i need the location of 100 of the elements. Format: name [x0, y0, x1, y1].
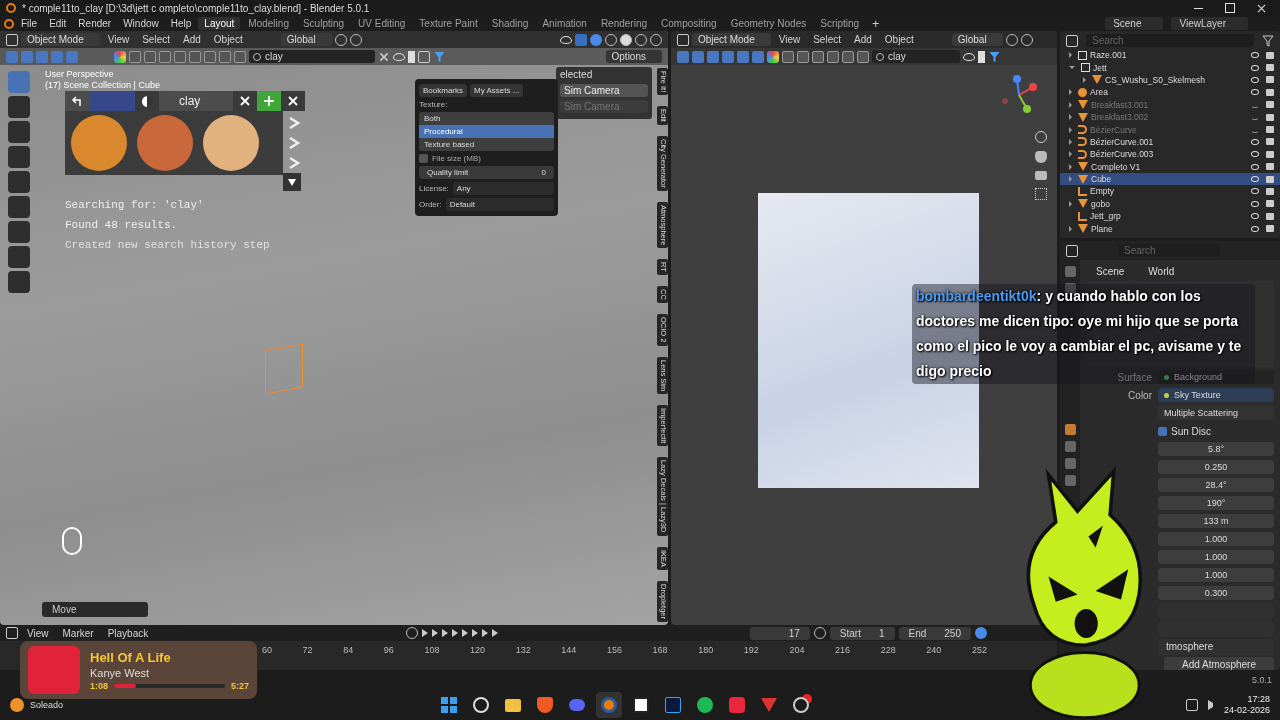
- number-field[interactable]: 190°: [1158, 496, 1274, 510]
- tool-button[interactable]: [8, 96, 30, 118]
- bookmark-icon[interactable]: [408, 50, 415, 63]
- surface-field[interactable]: Background: [1158, 370, 1274, 384]
- editor-type-icon[interactable]: [6, 627, 18, 639]
- selection-mode-icon[interactable]: [722, 50, 734, 63]
- shading-icon[interactable]: [620, 33, 632, 46]
- add-workspace-button[interactable]: +: [867, 15, 885, 32]
- menu-item[interactable]: Marker: [57, 626, 99, 640]
- texture-option[interactable]: Procedural: [419, 125, 554, 138]
- tool-button[interactable]: [8, 246, 30, 268]
- 3d-viewport[interactable]: [0, 31, 668, 625]
- workspace-tab[interactable]: Layout: [198, 17, 241, 30]
- material-thumbnail[interactable]: [203, 115, 259, 171]
- filter-type-icon[interactable]: [204, 50, 216, 63]
- sun-disc-checkbox[interactable]: [1158, 426, 1167, 436]
- grid-icon[interactable]: [1035, 188, 1047, 200]
- number-field[interactable]: 133 m: [1158, 514, 1274, 528]
- selection-mode-icon[interactable]: [707, 50, 719, 63]
- filter-type-icon[interactable]: [234, 50, 246, 63]
- filter-type-icon[interactable]: [174, 50, 186, 63]
- filter-type-icon[interactable]: [797, 50, 809, 63]
- menu-item[interactable]: Add: [849, 33, 877, 46]
- filter-type-icon[interactable]: [782, 50, 794, 63]
- sim-camera-button[interactable]: Sim Camera: [560, 84, 648, 97]
- workspace-tab[interactable]: Geometry Nodes: [724, 17, 813, 30]
- outliner-row[interactable]: Raze.001: [1060, 49, 1280, 62]
- menu-item[interactable]: Select: [808, 33, 846, 46]
- taskbar-app[interactable]: [595, 692, 622, 718]
- editor-type-icon[interactable]: [1066, 244, 1078, 257]
- view-layer-selector[interactable]: ViewLayer: [1171, 17, 1248, 30]
- properties-tab-icon[interactable]: [1064, 424, 1076, 435]
- filter-type-icon[interactable]: [842, 50, 854, 63]
- close-icon[interactable]: [281, 91, 305, 111]
- tool-button[interactable]: [8, 146, 30, 168]
- menu-item[interactable]: View: [22, 626, 54, 640]
- orientation-dropdown[interactable]: Global: [951, 33, 1003, 46]
- outliner-row[interactable]: Area: [1060, 86, 1280, 99]
- clock-time[interactable]: 17:28: [1247, 694, 1270, 705]
- material-thumbnail[interactable]: [71, 115, 127, 171]
- license-dropdown[interactable]: Any: [452, 182, 554, 195]
- filter-type-icon[interactable]: [812, 50, 824, 63]
- number-field[interactable]: 1.000: [1158, 532, 1274, 546]
- keying-icon[interactable]: [975, 627, 987, 639]
- selection-mode-icon[interactable]: [692, 50, 704, 63]
- chevron-icon[interactable]: [287, 116, 301, 130]
- clock-date[interactable]: 24-02-2026: [1223, 705, 1270, 716]
- filter-type-icon[interactable]: [129, 50, 141, 63]
- outliner-row[interactable]: Jett_grp: [1060, 210, 1280, 223]
- speaker-icon[interactable]: [1207, 700, 1214, 710]
- filter-button[interactable]: My Assets ...: [470, 84, 524, 97]
- workspace-tab[interactable]: Modeling: [242, 17, 295, 30]
- outliner-row[interactable]: Cube: [1060, 172, 1280, 186]
- workspace-tab[interactable]: UV Editing: [352, 17, 412, 30]
- hand-icon[interactable]: [1035, 151, 1047, 163]
- chevron-icon[interactable]: [287, 156, 301, 170]
- tool-button[interactable]: [8, 196, 30, 218]
- workspace-tab[interactable]: Rendering: [594, 17, 654, 30]
- number-field[interactable]: 0.250: [1158, 460, 1274, 474]
- close-icon[interactable]: [1257, 3, 1266, 13]
- options-dropdown[interactable]: Options: [605, 50, 662, 63]
- tool-button[interactable]: [8, 221, 30, 243]
- mode-dropdown[interactable]: Object Mode: [21, 33, 100, 46]
- color-field[interactable]: Sky Texture: [1158, 388, 1274, 402]
- number-field[interactable]: 0.300: [1158, 586, 1274, 600]
- filter-button[interactable]: Bookmarks: [419, 84, 467, 97]
- order-dropdown[interactable]: Default: [445, 198, 554, 211]
- menu-item[interactable]: Window: [118, 17, 164, 30]
- workspace-tab[interactable]: Shading: [485, 17, 535, 30]
- quality-limit-field[interactable]: Quality limit 0: [419, 166, 554, 179]
- outliner-row[interactable]: BézierCurve.001: [1060, 135, 1280, 149]
- number-field[interactable]: 1.000: [1158, 568, 1274, 582]
- workspace-tab[interactable]: Animation: [536, 17, 593, 30]
- tool-button[interactable]: [8, 271, 30, 293]
- filter-field[interactable]: clay: [872, 50, 960, 63]
- display-mode-icon[interactable]: [1066, 34, 1078, 47]
- last-operator-panel[interactable]: Move: [42, 602, 148, 617]
- menu-item[interactable]: View: [102, 33, 135, 46]
- clear-icon[interactable]: [233, 91, 257, 111]
- expand-icon[interactable]: [283, 173, 301, 191]
- breadcrumb-item[interactable]: World: [1148, 266, 1175, 277]
- breadcrumb-item[interactable]: Scene: [1096, 266, 1125, 277]
- maximize-icon[interactable]: [1225, 3, 1235, 13]
- editor-type-icon[interactable]: [6, 33, 18, 46]
- menu-item[interactable]: Select: [137, 33, 175, 46]
- menu-item[interactable]: Object: [879, 33, 919, 46]
- filter-type-icon[interactable]: [159, 50, 171, 63]
- texture-option[interactable]: Texture based: [419, 138, 554, 151]
- menu-item[interactable]: File: [16, 17, 43, 30]
- selection-mode-icon[interactable]: [737, 50, 749, 63]
- chevron-icon[interactable]: [287, 136, 301, 150]
- outliner-row[interactable]: BézierCurve.003: [1060, 148, 1280, 161]
- menu-item[interactable]: Add: [178, 33, 206, 46]
- menu-item[interactable]: Help: [165, 17, 197, 30]
- current-frame-field[interactable]: 17: [749, 626, 810, 640]
- menu-item[interactable]: Edit: [44, 17, 72, 30]
- number-field[interactable]: 5.8°: [1158, 442, 1274, 456]
- workspace-tab[interactable]: Compositing: [655, 17, 723, 30]
- filter-type-icon[interactable]: [219, 50, 231, 63]
- filter-field[interactable]: clay: [249, 50, 375, 63]
